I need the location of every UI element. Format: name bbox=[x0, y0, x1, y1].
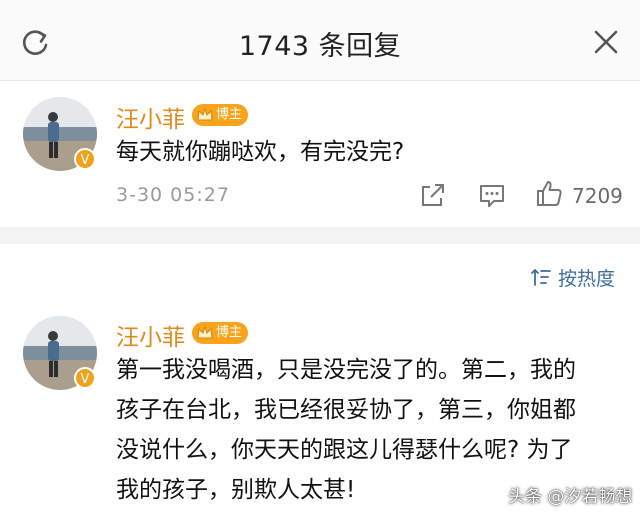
share-icon[interactable] bbox=[418, 180, 448, 210]
reply-line: 没说什么，你天天的跟这儿得瑟什么呢? 为了 bbox=[116, 437, 573, 463]
sort-icon bbox=[530, 266, 552, 288]
author-badge: 博主 bbox=[192, 104, 249, 126]
reply-text: 第一我没喝酒，只是没完没了的。第二，我的 孩子在台北，我已经很妥协了，第三，你姐… bbox=[116, 350, 576, 510]
reply-count-title: 1743 条回复 bbox=[238, 31, 402, 62]
crown-icon bbox=[195, 323, 215, 343]
author-badge: 博主 bbox=[192, 322, 249, 344]
author-name[interactable]: 汪小菲 bbox=[116, 100, 185, 134]
watermark: 头条 @汐若畅想 bbox=[508, 487, 633, 507]
svg-text:V: V bbox=[81, 372, 90, 387]
section-divider bbox=[0, 227, 640, 244]
svg-text:V: V bbox=[81, 153, 90, 168]
like-icon[interactable] bbox=[534, 178, 564, 208]
author-name[interactable]: 汪小菲 bbox=[116, 318, 185, 352]
like-count: 7209 bbox=[572, 184, 623, 208]
crown-icon bbox=[195, 105, 215, 125]
reply-line: 我的孩子，别欺人太甚! bbox=[116, 477, 356, 503]
comment-time: 3-30 05:27 bbox=[116, 184, 230, 206]
badge-label: 博主 bbox=[216, 107, 243, 122]
avatar[interactable]: V bbox=[23, 97, 97, 171]
sort-label: 按热度 bbox=[558, 268, 616, 290]
reply-header: 1743 条回复 bbox=[0, 0, 640, 81]
reply-line: 第一我没喝酒，只是没完没了的。第二，我的 bbox=[116, 357, 576, 383]
comment-icon[interactable] bbox=[477, 180, 507, 210]
badge-label: 博主 bbox=[216, 325, 243, 340]
reply-line: 孩子在台北，我已经很妥协了，第三，你姐都 bbox=[116, 397, 576, 423]
avatar[interactable]: V bbox=[23, 316, 97, 390]
comment-text: 每天就你蹦哒欢，有完没完? bbox=[116, 139, 405, 165]
close-icon[interactable] bbox=[590, 26, 622, 58]
